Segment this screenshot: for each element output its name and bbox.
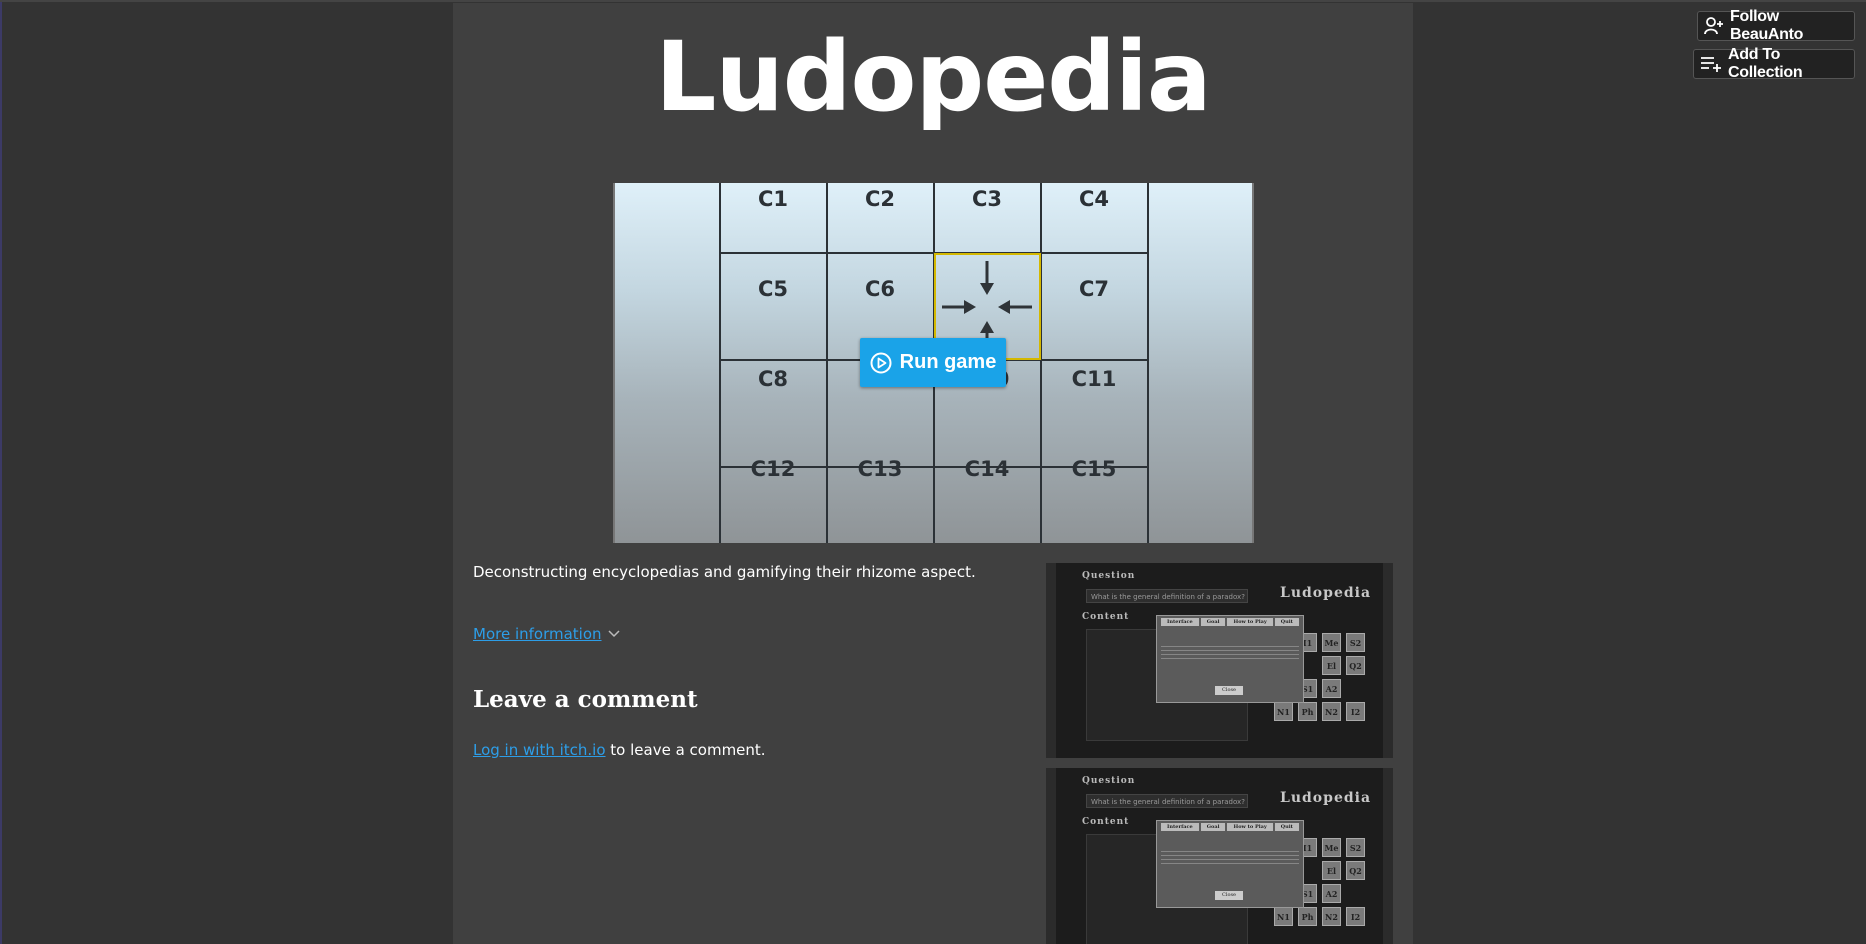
tile: S2 (1346, 838, 1365, 857)
dialog-tabs: Interface Goal How to Play Quit (1157, 616, 1303, 626)
dialog-text (1161, 646, 1299, 662)
tile: N2 (1322, 907, 1341, 926)
grid-cell-label: C15 (1072, 457, 1117, 481)
dialog-tab: How to Play (1227, 823, 1273, 831)
add-to-collection-button[interactable]: Add To Collection (1693, 46, 1855, 81)
dialog-tab: Quit (1274, 618, 1299, 626)
grid-cell-label: C2 (865, 187, 895, 211)
more-information-label: More information (473, 625, 602, 643)
tile: El (1322, 656, 1341, 675)
grid-cell-label: C8 (758, 367, 788, 391)
playlist-add-icon (1701, 57, 1721, 72)
user-plus-icon (1704, 17, 1723, 35)
run-game-label: Run game (899, 351, 997, 373)
grid-cell-label: C1 (758, 187, 788, 211)
question-text: What is the general definition of a para… (1086, 589, 1248, 603)
window-edge (0, 0, 2, 944)
question-label: Question (1082, 776, 1136, 786)
grid-cell-label: C11 (1072, 367, 1117, 391)
grid-cell-label: C12 (751, 457, 796, 481)
follow-label: Follow BeauAnto (1730, 8, 1804, 43)
dialog-tab: Interface (1161, 618, 1199, 626)
chevron-down-icon (608, 630, 620, 638)
comment-heading: Leave a comment (473, 686, 698, 713)
dialog-tab: How to Play (1227, 618, 1273, 626)
tile: S2 (1346, 633, 1365, 652)
play-circle-icon (870, 352, 892, 373)
tile: Q2 (1346, 656, 1365, 675)
more-information-toggle[interactable]: More information (473, 625, 620, 643)
tile: Me (1322, 838, 1341, 857)
screenshot-title: Ludopedia (1280, 790, 1372, 806)
tile: Me (1322, 633, 1341, 652)
tile: Ph (1298, 907, 1317, 926)
tile: N1 (1274, 907, 1293, 926)
help-dialog: Interface Goal How to Play Quit Close (1156, 615, 1304, 703)
window-top-edge (0, 0, 1866, 2)
dialog-close-button: Close (1215, 891, 1243, 900)
dialog-tab: Goal (1200, 823, 1226, 831)
grid-cell-label: C13 (858, 457, 903, 481)
grid-cell-label: C14 (965, 457, 1010, 481)
tile: El (1322, 861, 1341, 880)
dialog-tab: Goal (1200, 618, 1226, 626)
screenshot-content: Question What is the general definition … (1056, 563, 1383, 758)
tile: N1 (1274, 702, 1293, 721)
login-link[interactable]: Log in with itch.io (473, 741, 606, 759)
grid-cell-label: C3 (972, 187, 1002, 211)
tile: N2 (1322, 702, 1341, 721)
screenshot-thumbnail[interactable]: Question What is the general definition … (1046, 768, 1393, 944)
page-title: Ludopedia (655, 21, 1211, 133)
dialog-tabs: Interface Goal How to Play Quit (1157, 821, 1303, 831)
login-suffix: to leave a comment. (605, 741, 766, 759)
question-text: What is the general definition of a para… (1086, 794, 1248, 808)
grid-cell-label: C4 (1079, 187, 1109, 211)
question-label: Question (1082, 571, 1136, 581)
grid-cell-label: C7 (1079, 277, 1109, 301)
dialog-text (1161, 851, 1299, 867)
screenshot-content: Question What is the general definition … (1056, 768, 1383, 944)
dialog-tab: Quit (1274, 823, 1299, 831)
dialog-close-button: Close (1215, 686, 1243, 695)
grid-cell-label: C5 (758, 277, 788, 301)
tile: I2 (1346, 702, 1365, 721)
grid-cell-label: C6 (865, 277, 895, 301)
login-prompt: Log in with itch.io to leave a comment. (473, 741, 766, 759)
help-dialog: Interface Goal How to Play Quit Close (1156, 820, 1304, 908)
content-label: Content (1082, 612, 1130, 622)
content-label: Content (1082, 817, 1130, 827)
run-game-button[interactable]: Run game (860, 338, 1006, 387)
tile: Q2 (1346, 861, 1365, 880)
tile: Ph (1298, 702, 1317, 721)
game-tagline: Deconstructing encyclopedias and gamifyi… (473, 563, 976, 581)
follow-button[interactable]: Follow BeauAnto (1697, 8, 1855, 43)
screenshot-thumbnail[interactable]: Question What is the general definition … (1046, 563, 1393, 758)
tile: I2 (1346, 907, 1365, 926)
dialog-tab: Interface (1161, 823, 1199, 831)
tile: A2 (1322, 679, 1341, 698)
tile: A2 (1322, 884, 1341, 903)
screenshot-title: Ludopedia (1280, 585, 1372, 601)
collection-label: Add To Collection (1728, 46, 1803, 81)
